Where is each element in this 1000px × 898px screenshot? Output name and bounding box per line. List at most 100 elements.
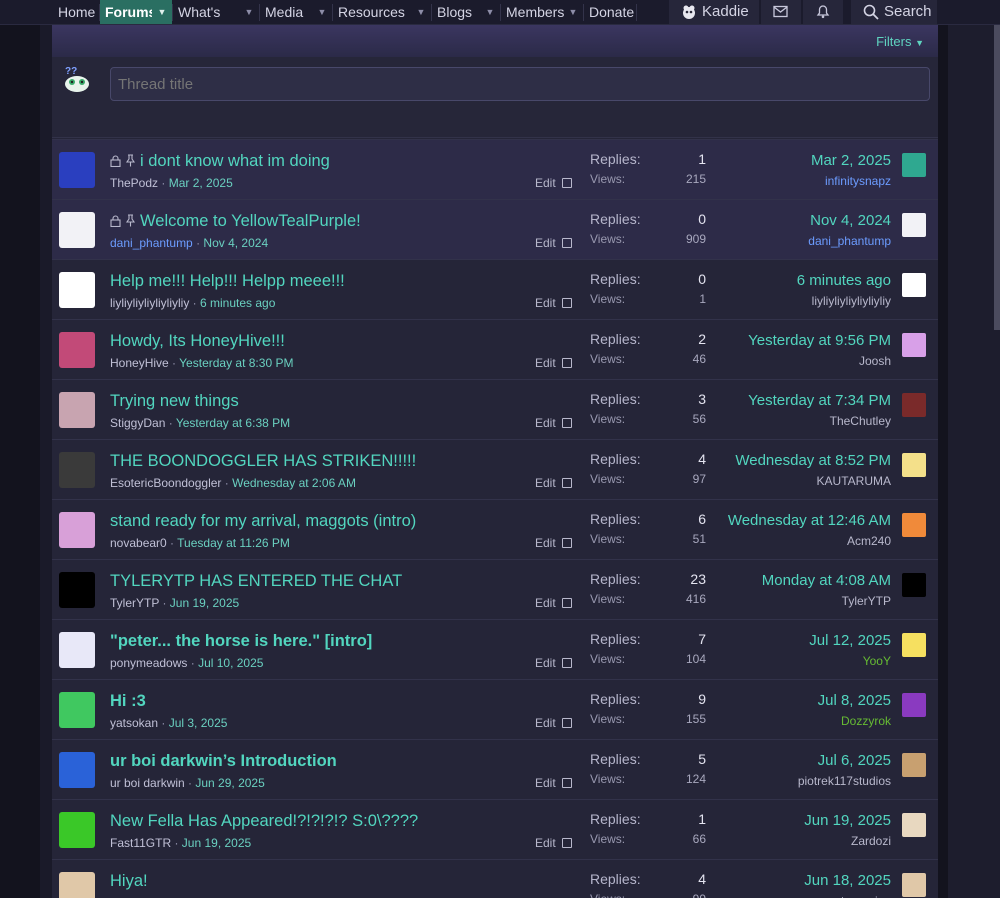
select-checkbox[interactable]: [562, 838, 572, 848]
edit-label[interactable]: Edit: [535, 776, 556, 790]
thread-row[interactable]: New Fella Has Appeared!?!?!?!? S:0\???? F…: [52, 799, 938, 859]
select-checkbox[interactable]: [562, 418, 572, 428]
thread-author-avatar[interactable]: [59, 812, 95, 848]
chevron-down-icon[interactable]: ▼: [239, 0, 259, 24]
last-post-date[interactable]: Wednesday at 8:52 PM: [735, 452, 891, 469]
nav-tab-what-s-new[interactable]: What's new: [173, 0, 239, 44]
last-post-date[interactable]: Yesterday at 7:34 PM: [748, 392, 891, 409]
edit-label[interactable]: Edit: [535, 416, 556, 430]
select-checkbox[interactable]: [562, 478, 572, 488]
nav-tab-donate[interactable]: Donate: [584, 0, 636, 24]
last-poster-avatar[interactable]: [902, 213, 926, 237]
thread-start-date[interactable]: Yesterday at 6:38 PM: [176, 416, 290, 430]
thread-title-link[interactable]: Welcome to YellowTealPurple!: [140, 212, 361, 230]
nav-tab-blogs[interactable]: Blogs: [432, 0, 480, 24]
chevron-down-icon[interactable]: ▼: [312, 0, 332, 24]
thread-author-link[interactable]: HoneyHive: [110, 356, 169, 370]
thread-title-link[interactable]: Hi :3: [110, 692, 146, 710]
account-button[interactable]: Kaddie: [669, 0, 759, 24]
thread-row[interactable]: Hi :3 yatsokan · Jul 3, 2025 Edit Replies: 9…: [52, 679, 938, 739]
edit-label[interactable]: Edit: [535, 536, 556, 550]
select-checkbox[interactable]: [562, 538, 572, 548]
select-checkbox[interactable]: [562, 178, 572, 188]
last-poster-link[interactable]: KAUTARUMA: [817, 474, 891, 488]
chevron-down-icon[interactable]: ▼: [480, 0, 500, 24]
chevron-down-icon[interactable]: ▼: [152, 0, 172, 24]
thread-author-avatar[interactable]: [59, 392, 95, 428]
last-poster-link[interactable]: Acm240: [847, 534, 891, 548]
last-poster-link[interactable]: liyliyliyliyliyliyliy: [812, 294, 891, 308]
last-post-date[interactable]: Jun 18, 2025: [804, 872, 891, 889]
select-checkbox[interactable]: [562, 778, 572, 788]
edit-label[interactable]: Edit: [535, 296, 556, 310]
edit-label[interactable]: Edit: [535, 836, 556, 850]
last-poster-avatar[interactable]: [902, 813, 926, 837]
thread-start-date[interactable]: Jun 19, 2025: [170, 596, 239, 610]
thread-author-avatar[interactable]: [59, 272, 95, 308]
thread-author-link[interactable]: ThePodz: [110, 176, 158, 190]
last-post-date[interactable]: Wednesday at 12:46 AM: [728, 512, 891, 529]
thread-author-avatar[interactable]: [59, 632, 95, 668]
last-poster-avatar[interactable]: [902, 513, 926, 537]
last-post-date[interactable]: Nov 4, 2024: [810, 212, 891, 229]
chevron-down-icon[interactable]: ▼: [411, 0, 431, 24]
thread-author-link[interactable]: StiggyDan: [110, 416, 165, 430]
thread-author-link[interactable]: dani_phantump: [110, 236, 193, 250]
last-poster-avatar[interactable]: [902, 393, 926, 417]
last-poster-avatar[interactable]: [902, 273, 926, 297]
last-poster-link[interactable]: dani_phantump: [808, 234, 891, 248]
thread-start-date[interactable]: Jul 10, 2025: [198, 656, 263, 670]
thread-title-link[interactable]: "peter... the horse is here." [intro]: [110, 632, 372, 650]
alerts-button[interactable]: [803, 0, 843, 24]
thread-title-link[interactable]: TYLERYTP HAS ENTERED THE CHAT: [110, 572, 402, 590]
last-post-date[interactable]: Mar 2, 2025: [811, 152, 891, 169]
last-poster-link[interactable]: Zardozi: [851, 834, 891, 848]
thread-title-link[interactable]: Trying new things: [110, 392, 239, 410]
filters-button[interactable]: Filters ▼: [876, 34, 924, 49]
last-poster-link[interactable]: TheChutley: [830, 414, 891, 428]
thread-row[interactable]: stand ready for my arrival, maggots (int…: [52, 499, 938, 559]
thread-author-avatar[interactable]: [59, 212, 95, 248]
thread-row[interactable]: Trying new things StiggyDan · Yesterday a…: [52, 379, 938, 439]
thread-author-link[interactable]: EsotericBoondoggler: [110, 476, 221, 490]
last-poster-avatar[interactable]: [902, 693, 926, 717]
thread-row[interactable]: ur boi darkwin’s Introduction ur boi dark…: [52, 739, 938, 799]
last-poster-link[interactable]: Joosh: [859, 354, 891, 368]
edit-label[interactable]: Edit: [535, 596, 556, 610]
thread-start-date[interactable]: Jul 3, 2025: [169, 716, 228, 730]
edit-label[interactable]: Edit: [535, 236, 556, 250]
thread-title-link[interactable]: ur boi darkwin’s Introduction: [110, 752, 337, 770]
last-post-date[interactable]: Jul 12, 2025: [809, 632, 891, 649]
last-poster-link[interactable]: TylerYTP: [842, 594, 891, 608]
thread-author-link[interactable]: yatsokan: [110, 716, 158, 730]
select-checkbox[interactable]: [562, 598, 572, 608]
thread-title-link[interactable]: Help me!!! Help!!! Helpp meee!!!: [110, 272, 345, 290]
last-post-date[interactable]: Jun 19, 2025: [804, 812, 891, 829]
last-poster-link[interactable]: piotrek117studios: [798, 774, 891, 788]
select-checkbox[interactable]: [562, 358, 572, 368]
thread-author-link[interactable]: novabear0: [110, 536, 167, 550]
thread-author-avatar[interactable]: [59, 572, 95, 608]
last-poster-avatar[interactable]: [902, 333, 926, 357]
thread-author-avatar[interactable]: [59, 332, 95, 368]
thread-title-link[interactable]: THE BOONDOGGLER HAS STRIKEN!!!!!: [110, 452, 416, 470]
thread-author-link[interactable]: ponymeadows: [110, 656, 187, 670]
thread-author-link[interactable]: Fast11GTR: [110, 836, 171, 850]
edit-label[interactable]: Edit: [535, 176, 556, 190]
thread-title-link[interactable]: i dont know what im doing: [140, 152, 330, 170]
thread-row[interactable]: Hiya!tangerine · Jun 17, 2025EditReplies…: [52, 859, 938, 898]
thread-author-avatar[interactable]: [59, 752, 95, 788]
scrollbar-thumb[interactable]: [994, 25, 1000, 330]
thread-author-avatar[interactable]: [59, 872, 95, 898]
nav-tab-home[interactable]: Home: [53, 0, 99, 24]
thread-author-avatar[interactable]: [59, 152, 95, 188]
last-post-date[interactable]: Monday at 4:08 AM: [762, 572, 891, 589]
thread-title-link[interactable]: Howdy, Its HoneyHive!!!: [110, 332, 285, 350]
select-checkbox[interactable]: [562, 238, 572, 248]
thread-title-input[interactable]: [110, 67, 930, 101]
edit-label[interactable]: Edit: [535, 716, 556, 730]
select-checkbox[interactable]: [562, 658, 572, 668]
thread-author-link[interactable]: TylerYTP: [110, 596, 159, 610]
thread-row[interactable]: THE BOONDOGGLER HAS STRIKEN!!!!! Esoteric…: [52, 439, 938, 499]
thread-author-avatar[interactable]: [59, 452, 95, 488]
